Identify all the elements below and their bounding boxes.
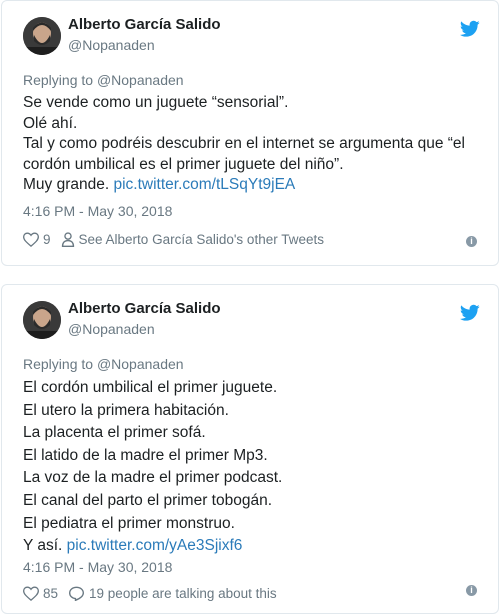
replying-label: Replying to: [23, 72, 94, 88]
talking-count-label: 19 people are talking about this: [89, 585, 277, 601]
media-link[interactable]: pic.twitter.com/yAe3Sjixf6: [67, 537, 243, 554]
tweet-body: Replying to @Nopanaden El cordón umbilic…: [23, 355, 480, 601]
replying-to: Replying to @Nopanaden: [23, 355, 480, 373]
avatar[interactable]: [23, 17, 61, 55]
tweet-text-line: El utero la primera habitación.: [23, 401, 229, 419]
tweet-card-1: Alberto García Salido @Nopanaden Replyin…: [1, 0, 499, 266]
tweet-timestamp[interactable]: 4:16 PM - May 30, 2018: [23, 202, 480, 220]
like-count: 85: [43, 585, 59, 601]
media-link[interactable]: pic.twitter.com/tLSqYt9jEA: [113, 176, 295, 193]
replying-label: Replying to: [23, 356, 94, 372]
author-handle[interactable]: @Nopanaden: [68, 321, 155, 337]
tweet-text-line: Tal y como podréis descubrir en el inter…: [23, 135, 465, 152]
tweet-text-line: Se vende como un juguete “sensorial”.: [23, 94, 289, 111]
heart-icon: [23, 231, 39, 247]
tweet-actions: 85 19 people are talking about this: [23, 586, 480, 601]
speech-bubble-icon: [69, 586, 85, 601]
tweet-text-line-last: Muy grande. pic.twitter.com/tLSqYt9jEA: [23, 175, 480, 196]
embedded-tweets-page: Alberto García Salido @Nopanaden Replyin…: [0, 0, 500, 616]
tweet-text-line: La placenta el primer sofá.: [23, 424, 206, 442]
twitter-bird-icon[interactable]: [460, 20, 480, 38]
tweet-timestamp[interactable]: 4:16 PM - May 30, 2018: [23, 558, 480, 576]
tweet-text-line: El latido de la madre el primer Mp3.: [23, 446, 268, 464]
other-tweets-label: See Alberto García Salido's other Tweets: [78, 231, 324, 247]
twitter-bird-icon[interactable]: [460, 304, 480, 322]
tweet-text: Y así.: [23, 537, 63, 555]
tweet-text-line: El canal del parto el primer tobogán.: [23, 491, 273, 509]
tweet-text-line: La voz de la madre el primer podcast.: [23, 469, 283, 487]
tweet-text-line: El cordón umbilical el primer juguete.: [23, 379, 278, 396]
author-name[interactable]: Alberto García Salido: [68, 300, 221, 317]
replying-handle-link[interactable]: @Nopanaden: [97, 72, 184, 88]
tweet-text-line-last: Y así. pic.twitter.com/yAe3Sjixf6: [23, 535, 480, 558]
info-icon[interactable]: i: [466, 236, 477, 247]
conversation-link[interactable]: 19 people are talking about this: [68, 586, 277, 601]
like-action[interactable]: 85: [23, 586, 58, 601]
tweet-text: Muy grande.: [23, 176, 110, 193]
heart-icon: [23, 586, 39, 601]
like-action[interactable]: 9: [23, 232, 51, 247]
tweet-text-line: cordón umbilical es el primer juguete de…: [23, 155, 344, 173]
tweet-text-line: Olé ahí.: [23, 114, 78, 132]
tweet-card-2: Alberto García Salido @Nopanaden Replyin…: [1, 284, 499, 614]
replying-to: Replying to @Nopanaden: [23, 71, 480, 89]
other-tweets-link[interactable]: See Alberto García Salido's other Tweets: [61, 232, 324, 247]
replying-handle-link[interactable]: @Nopanaden: [97, 356, 184, 372]
tweet-actions: 9 See Alberto García Salido's other Twee…: [23, 232, 480, 247]
tweet-body: Replying to @Nopanaden Se vende como un …: [23, 71, 480, 247]
author-handle[interactable]: @Nopanaden: [68, 37, 155, 53]
info-icon[interactable]: i: [466, 585, 477, 596]
person-icon: [61, 231, 74, 247]
tweet-text-line: El pediatra el primer monstruo.: [23, 514, 235, 532]
like-count: 9: [43, 231, 51, 247]
author-name[interactable]: Alberto García Salido: [68, 16, 221, 33]
avatar[interactable]: [23, 301, 61, 339]
